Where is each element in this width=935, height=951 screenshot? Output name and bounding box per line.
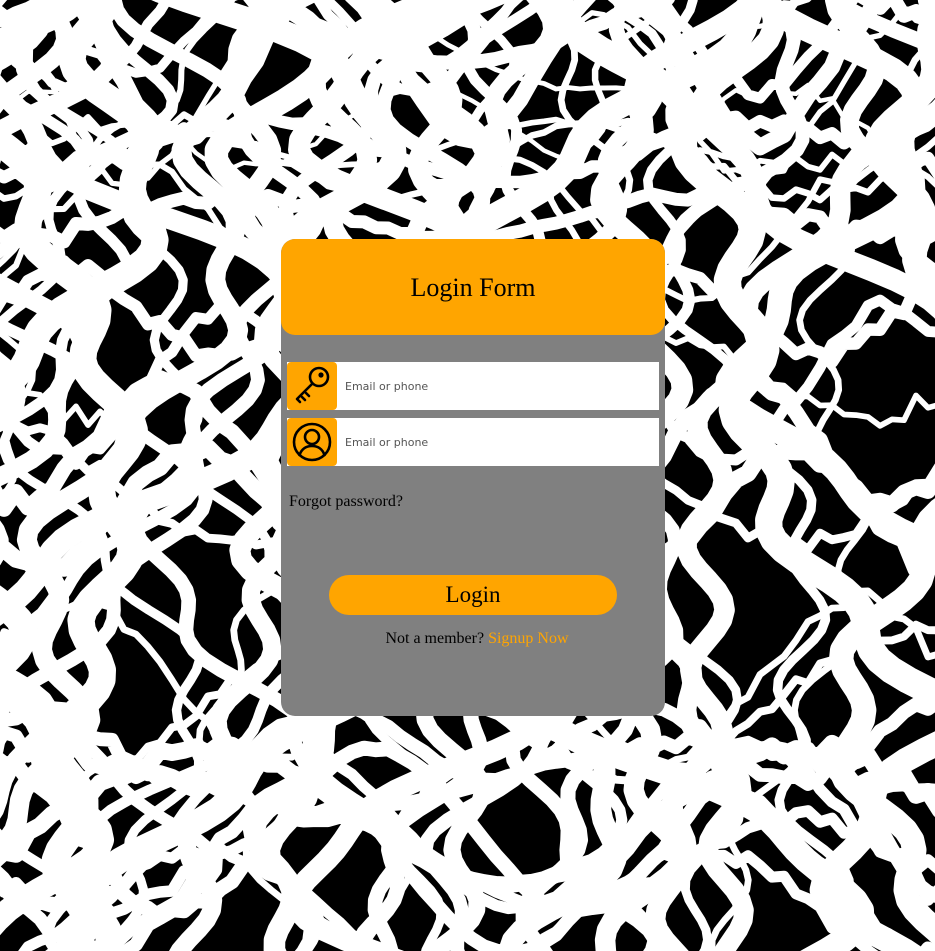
field-row-second bbox=[287, 418, 659, 466]
email-or-phone-input[interactable] bbox=[337, 362, 659, 410]
login-card: Login Form Forgot password? Login Not a … bbox=[281, 239, 665, 716]
signup-prompt: Not a member? bbox=[385, 630, 485, 647]
login-button[interactable]: Login bbox=[329, 575, 617, 615]
signup-link[interactable]: Signup Now bbox=[488, 630, 568, 647]
user-icon bbox=[287, 418, 337, 466]
field-row-first bbox=[287, 362, 659, 410]
signup-line: Not a member? Signup Now bbox=[281, 630, 665, 648]
key-icon bbox=[287, 362, 337, 410]
forgot-password-link[interactable]: Forgot password? bbox=[289, 493, 403, 511]
card-header: Login Form bbox=[281, 239, 665, 335]
form-title: Login Form bbox=[410, 273, 536, 302]
second-email-or-phone-input[interactable] bbox=[337, 418, 659, 466]
